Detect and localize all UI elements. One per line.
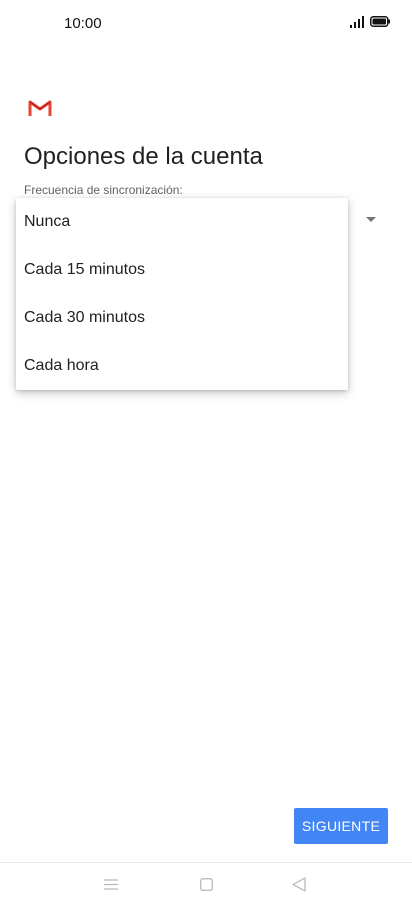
option-never[interactable]: Nunca xyxy=(16,198,348,246)
next-button[interactable]: SIGUIENTE xyxy=(294,808,388,844)
page-title: Opciones de la cuenta xyxy=(24,143,263,170)
menu-icon[interactable] xyxy=(104,879,118,890)
status-time: 10:00 xyxy=(64,15,102,32)
status-bar: 10:00 xyxy=(0,0,412,46)
sync-frequency-dropdown: Nunca Cada 15 minutos Cada 30 minutos Ca… xyxy=(16,198,348,390)
battery-icon xyxy=(370,16,390,27)
option-every-30-minutes[interactable]: Cada 30 minutos xyxy=(16,294,348,342)
gmail-logo-icon xyxy=(28,100,52,116)
sync-frequency-label: Frecuencia de sincronización: xyxy=(24,183,183,197)
system-nav-bar xyxy=(0,863,412,906)
back-icon[interactable] xyxy=(292,877,306,892)
option-every-15-minutes[interactable]: Cada 15 minutos xyxy=(16,246,348,294)
home-icon[interactable] xyxy=(200,878,213,891)
dropdown-arrow-icon[interactable] xyxy=(366,217,376,222)
option-every-hour[interactable]: Cada hora xyxy=(16,342,348,390)
signal-icon xyxy=(350,16,364,28)
